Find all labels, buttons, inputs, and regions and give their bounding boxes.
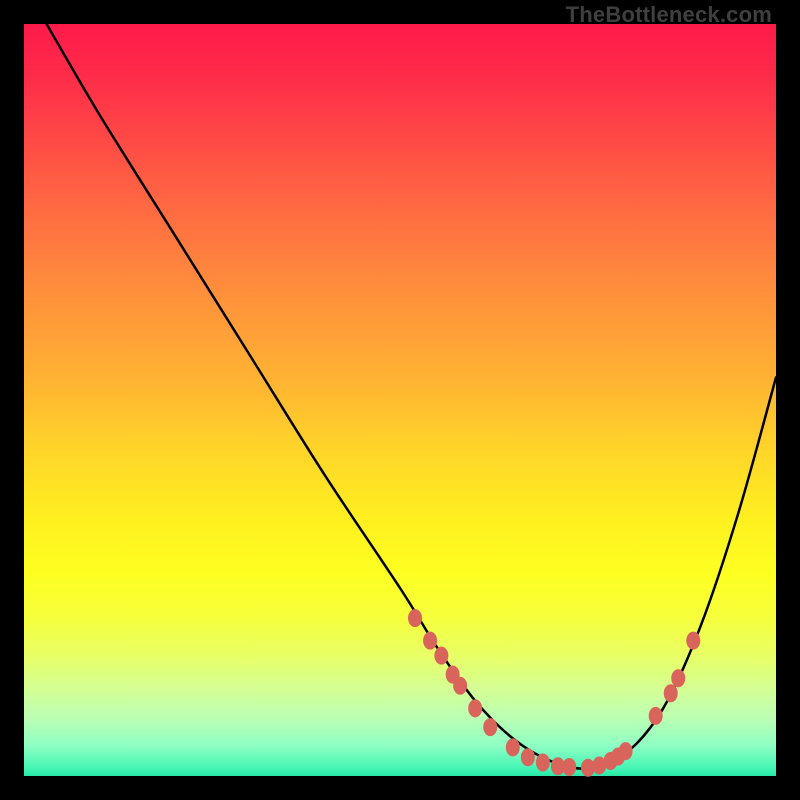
chart-markers xyxy=(408,609,700,777)
chart-marker xyxy=(671,669,685,687)
curve-line xyxy=(47,24,776,769)
chart-marker xyxy=(536,753,550,771)
chart-marker xyxy=(521,748,535,766)
chart-marker xyxy=(453,677,467,695)
chart-marker xyxy=(649,707,663,725)
chart-marker xyxy=(506,738,520,756)
chart-marker xyxy=(664,684,678,702)
chart-svg xyxy=(24,24,776,776)
chart-marker xyxy=(619,742,633,760)
chart-marker xyxy=(408,609,422,627)
chart-container xyxy=(24,24,776,776)
chart-marker xyxy=(423,632,437,650)
chart-marker xyxy=(686,632,700,650)
chart-marker xyxy=(483,718,497,736)
chart-marker xyxy=(434,647,448,665)
chart-marker xyxy=(562,758,576,776)
chart-marker xyxy=(468,699,482,717)
